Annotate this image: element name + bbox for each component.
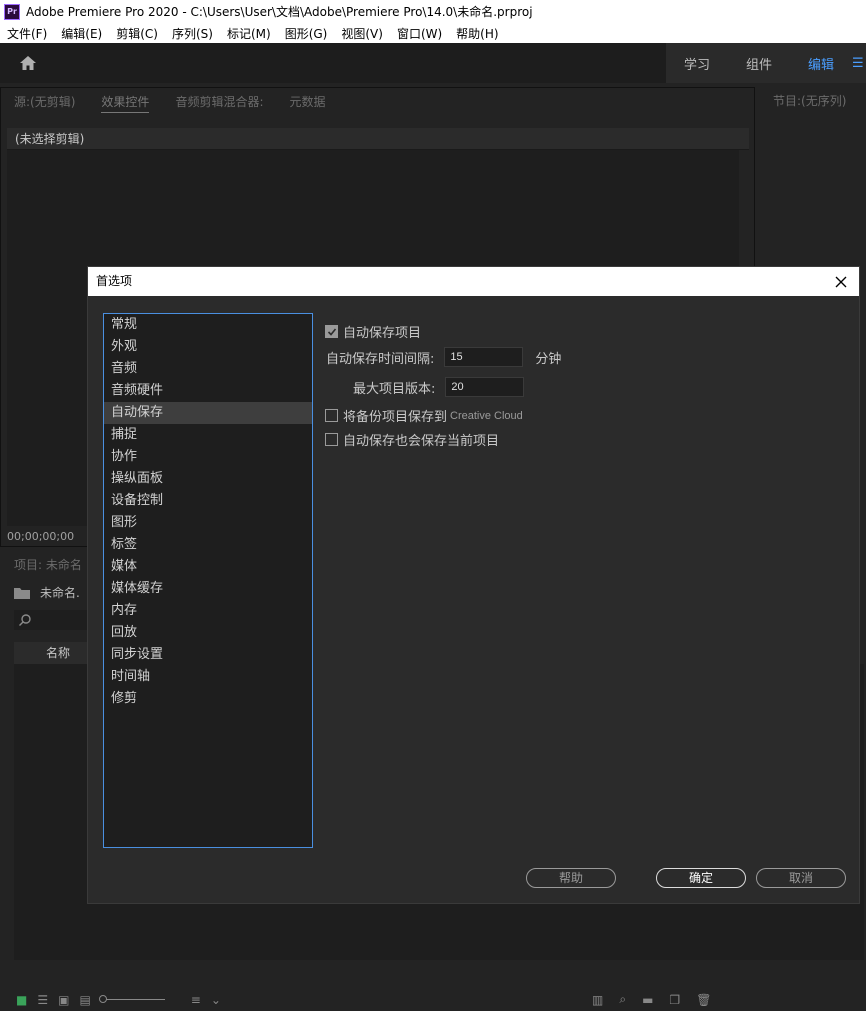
window-title: Adobe Premiere Pro 2020 - C:\Users\User\…: [26, 5, 533, 19]
lock-icon[interactable]: ■: [16, 993, 27, 1007]
workspace-tab-assembly[interactable]: 组件: [728, 54, 790, 73]
menu-edit[interactable]: 编辑(E): [54, 25, 109, 42]
trash-icon[interactable]: 🗑: [696, 993, 711, 1007]
category-capture[interactable]: 捕捉: [104, 424, 312, 446]
list-view-icon[interactable]: ☰: [37, 993, 48, 1007]
autosave-enable-row: 自动保存项目: [325, 322, 421, 341]
backup-cc-label-en: Creative Cloud: [450, 409, 523, 422]
menu-bar: 文件(F) 编辑(E) 剪辑(C) 序列(S) 标记(M) 图形(G) 视图(V…: [0, 23, 866, 43]
find-icon[interactable]: ⌕: [619, 992, 626, 1007]
category-control-surface[interactable]: 操纵面板: [104, 468, 312, 490]
source-panel-tabs: 源:(无剪辑) 效果控件 音频剪辑混合器: 元数据: [14, 93, 352, 113]
category-auto-save[interactable]: 自动保存: [104, 402, 312, 424]
icon-view-icon[interactable]: ▣: [58, 993, 69, 1007]
tab-effect-controls[interactable]: 效果控件: [101, 93, 150, 113]
help-button[interactable]: 帮助: [526, 868, 616, 888]
home-icon: [20, 56, 36, 70]
ok-button[interactable]: 确定: [656, 868, 746, 888]
workspace-tabs: 学习 组件 编辑 ☰: [665, 43, 866, 83]
new-bin-icon[interactable]: ▬: [642, 993, 653, 1007]
tab-metadata[interactable]: 元数据: [289, 93, 325, 113]
preferences-dialog: 首选项 常规 外观 音频 音频硬件 自动保存 捕捉 协作 操纵面板 设备控制 图…: [87, 266, 860, 904]
category-labels[interactable]: 标签: [104, 534, 312, 556]
category-sync-settings[interactable]: 同步设置: [104, 644, 312, 666]
tab-program[interactable]: 节目:(无序列): [773, 92, 846, 109]
home-button[interactable]: [0, 43, 56, 83]
max-versions-row: 最大项目版本: 20: [353, 377, 536, 397]
category-collaboration[interactable]: 协作: [104, 446, 312, 468]
save-current-label: 自动保存也会保存当前项目: [343, 434, 500, 449]
automate-to-sequence-icon[interactable]: ▥: [592, 993, 603, 1007]
project-bottom-actions: ▥ ⌕ ▬ ❐ 🗑: [592, 988, 711, 1011]
column-header-name[interactable]: 名称: [14, 642, 94, 664]
menu-clip[interactable]: 剪辑(C): [109, 25, 165, 42]
new-item-icon[interactable]: ❐: [669, 993, 680, 1007]
search-icon: [19, 614, 31, 626]
tab-audio-clip-mixer[interactable]: 音频剪辑混合器:: [175, 93, 263, 113]
autosave-interval-unit: 分钟: [535, 351, 562, 367]
menu-file[interactable]: 文件(F): [0, 25, 54, 42]
cancel-button[interactable]: 取消: [756, 868, 846, 888]
workspace-tab-editing[interactable]: 编辑: [790, 54, 852, 73]
project-header: 未命名.: [14, 584, 80, 601]
project-search-field[interactable]: [14, 610, 94, 630]
backup-cc-row: 将备份项目保存到 Creative Cloud: [325, 406, 523, 425]
tab-source[interactable]: 源:(无剪辑): [14, 93, 75, 113]
category-memory[interactable]: 内存: [104, 600, 312, 622]
workspace-tab-learn[interactable]: 学习: [666, 54, 728, 73]
chevron-down-icon[interactable]: ⌄: [211, 993, 221, 1007]
menu-sequence[interactable]: 序列(S): [165, 25, 220, 42]
checkmark-icon: [327, 327, 336, 336]
menu-help[interactable]: 帮助(H): [449, 25, 505, 42]
menu-view[interactable]: 视图(V): [334, 25, 390, 42]
close-icon: [835, 276, 847, 287]
category-graphics[interactable]: 图形: [104, 512, 312, 534]
max-versions-label: 最大项目版本:: [353, 381, 436, 397]
workspace-bar: 学习 组件 编辑 ☰: [0, 43, 866, 83]
category-media[interactable]: 媒体: [104, 556, 312, 578]
project-name: 未命名.: [40, 586, 80, 600]
menu-graphics[interactable]: 图形(G): [278, 25, 335, 42]
no-clip-selected-label: (未选择剪辑): [7, 128, 749, 150]
category-audio-hardware[interactable]: 音频硬件: [104, 380, 312, 402]
workspace-menu-icon[interactable]: ☰: [852, 56, 866, 71]
category-general[interactable]: 常规: [104, 314, 312, 336]
category-device-control[interactable]: 设备控制: [104, 490, 312, 512]
autosave-interval-row: 自动保存时间间隔: 15 分钟: [326, 347, 561, 367]
window-title-bar: Pr Adobe Premiere Pro 2020 - C:\Users\Us…: [0, 0, 866, 23]
max-versions-input[interactable]: 20: [445, 377, 525, 397]
source-timecode[interactable]: 00;00;00;00: [7, 530, 74, 543]
zoom-slider[interactable]: [98, 995, 165, 1003]
sort-icon[interactable]: ≡: [191, 993, 201, 1007]
premiere-app-icon: Pr: [4, 3, 20, 20]
menu-markers[interactable]: 标记(M): [220, 25, 278, 42]
project-folder-icon: [14, 587, 30, 599]
freeform-view-icon[interactable]: ▤: [79, 993, 90, 1007]
category-playback[interactable]: 回放: [104, 622, 312, 644]
autosave-enable-label: 自动保存项目: [343, 326, 422, 341]
backup-cc-label: 将备份项目保存到: [343, 410, 448, 425]
autosave-interval-label: 自动保存时间间隔:: [326, 351, 435, 367]
category-timeline[interactable]: 时间轴: [104, 666, 312, 688]
autosave-interval-input[interactable]: 15: [444, 347, 524, 367]
preference-category-list: 常规 外观 音频 音频硬件 自动保存 捕捉 协作 操纵面板 设备控制 图形 标签…: [103, 313, 313, 848]
save-current-checkbox[interactable]: [325, 433, 338, 446]
category-trim[interactable]: 修剪: [104, 688, 312, 710]
zoom-slider-handle[interactable]: [98, 995, 107, 1003]
category-media-cache[interactable]: 媒体缓存: [104, 578, 312, 600]
autosave-enable-checkbox[interactable]: [325, 325, 338, 338]
backup-cc-checkbox[interactable]: [325, 409, 338, 422]
dialog-title: 首选项: [88, 267, 859, 296]
category-audio[interactable]: 音频: [104, 358, 312, 380]
category-appearance[interactable]: 外观: [104, 336, 312, 358]
tab-project[interactable]: 项目: 未命名: [14, 556, 82, 573]
menu-window[interactable]: 窗口(W): [390, 25, 449, 42]
close-button[interactable]: [829, 267, 853, 296]
project-bottom-toolbar: ■ ☰ ▣ ▤ ≡ ⌄: [0, 988, 866, 1011]
save-current-row: 自动保存也会保存当前项目: [325, 430, 499, 449]
